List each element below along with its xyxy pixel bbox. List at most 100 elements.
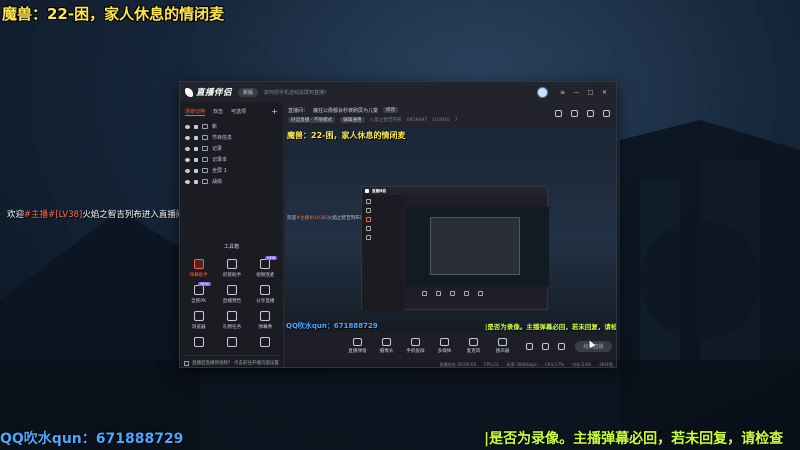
extra-controls [526,342,565,350]
tool-gift-task[interactable]: 礼物任务 [215,311,248,330]
eye-icon[interactable] [185,179,190,184]
eye-icon[interactable] [185,124,190,129]
source-item[interactable]: 战绩 [185,176,278,187]
lock-icon[interactable] [194,157,198,162]
tool-label: 直播预告 [222,299,242,304]
minimize-icon[interactable]: — [573,89,580,96]
tool-share[interactable]: 分享直播 [249,285,282,304]
toolbox-grid: 弹幕助手 房管助手 NEW 视频连麦 NEW 全民PK 直播预告 分享直播 浏览器 … [182,256,282,347]
camera-button[interactable]: 摄像头 [372,338,401,354]
lock-icon[interactable] [194,124,198,129]
nested-tool-icon [366,208,371,213]
add-source-button[interactable]: + [271,107,278,116]
close-icon[interactable]: ✕ [601,89,608,96]
camera-icon [382,338,391,346]
lock-icon[interactable] [194,135,198,140]
source-label: 节目信息 [212,135,233,141]
tool-danmaku[interactable]: 弹幕助手 [182,259,215,278]
tool-label: 全民PK [191,299,207,304]
bell-icon[interactable] [603,110,610,117]
source-label: 记录本 [212,157,228,163]
tool-label: 浏览器 [191,325,206,330]
nested-controls [422,291,483,296]
tab-double[interactable]: 双击 [213,108,223,115]
eye-icon[interactable] [185,135,190,140]
nested-control-icon [478,291,483,296]
tool-label: 礼物任务 [222,325,242,330]
tool-video-call[interactable]: NEW 视频连麦 [249,256,282,278]
tool-danmaku-show[interactable]: 弹幕秀 [249,311,282,330]
mode-button[interactable]: 好运直播 · 不限模式 [288,117,336,123]
source-icon [202,124,208,129]
source-icon [202,135,208,140]
status-cpu: CPU:17% [544,362,565,367]
footer-checkbox[interactable] [184,360,189,366]
data-icon[interactable] [555,110,562,117]
tool-room-manager[interactable]: 房管助手 [215,259,248,278]
title-hint-link[interactable]: 如何把手机游戏投屏到直播？ [264,89,329,96]
version-button[interactable]: 新版 [238,87,259,97]
tool-download[interactable] [215,337,248,347]
tab-options[interactable]: 可选项 [231,108,246,115]
tool-pk[interactable]: NEW 全民PK [182,282,215,304]
source-item[interactable]: 新 [185,121,278,132]
lock-icon[interactable] [194,179,198,184]
eye-icon[interactable] [542,342,549,350]
share-icon[interactable] [587,110,594,117]
logo-icon [185,87,193,97]
speaker-button[interactable]: 扬声器 [488,338,517,354]
lock-icon[interactable] [194,168,198,173]
eye-icon[interactable] [185,157,190,162]
source-item[interactable]: 记录本 [185,154,278,165]
source-item[interactable]: 节目信息 [185,132,278,143]
tool-more[interactable] [182,337,215,347]
preview-title: 魔兽：22-困，家人休息的情闭麦 [287,131,406,140]
nested-tool-icon [366,226,371,231]
room-title: 魔狂公爵都会秒被刷屏为儿童 [313,107,379,114]
control-label: 麦克风 [466,349,481,354]
tool-browser[interactable]: 浏览器 [182,311,215,330]
record-icon[interactable] [526,342,533,350]
control-bar: 直播弹窗 摄像头 手机投屏 多媒体 麦克风 扬声器 结束直播 [285,332,616,360]
tool-home[interactable] [249,337,282,347]
phone-cast-button[interactable]: 手机投屏 [401,338,430,354]
welcome-suffix: 火焰之智吉列布进入直播间 [82,210,185,220]
app-titlebar: 直播伴侣 新版 如何把手机游戏投屏到直播？ ≡ — □ ✕ [180,82,616,102]
avatar[interactable] [537,86,548,98]
app-name: 直播伴侣 [196,88,233,98]
gear-icon[interactable] [558,342,565,350]
source-item[interactable]: 全屏 1 [185,165,278,176]
source-item[interactable]: 记录 [185,143,278,154]
nested-control-icon [464,291,469,296]
left-panel: 场景切换 双击 可选项 + 新 节目信息 记录 记录本 全屏 1 战绩 工具箱 … [180,102,284,367]
maximize-icon[interactable]: □ [587,89,594,96]
app-logo: 直播伴侣 [185,86,232,98]
tab-scenes[interactable]: 场景切换 [185,108,206,116]
info-icons [555,110,610,117]
menu-icon[interactable]: ≡ [559,89,566,96]
media-button[interactable]: 多媒体 [430,338,459,354]
preview-welcome-tag: #主播#[LV38] [296,216,328,221]
edit-title-button[interactable]: 修改 [383,107,399,113]
footer-text[interactable]: 直播后直播到视频？ 点击前往开播页面设置 [192,360,279,366]
nested-tool-icon [366,199,371,204]
new-badge: NEW [198,282,211,286]
preview-qq: QQ吹水qun：671888729 [286,322,378,330]
control-label: 手机投屏 [406,349,425,354]
lock-icon[interactable] [194,146,198,151]
nested-preview [405,207,549,287]
live-popup-button[interactable]: 直播弹窗 [343,338,372,354]
welcome-tag: #主播#[LV38] [24,210,83,220]
live-preview[interactable]: 魔兽：22-困，家人休息的情闭麦 欢迎#主播#[LV38]火焰之智吉列布进入直播… [285,128,616,332]
eye-icon[interactable] [185,168,190,173]
eye-icon[interactable] [185,146,190,151]
status-fps: FPS:23 [484,362,499,367]
status-duration: 直播时长 00:00:00 [439,361,477,367]
gift-icon [226,311,237,321]
tool-notice[interactable]: 直播预告 [215,285,248,304]
phone-icon [411,338,420,346]
source-icon [202,157,208,162]
settings-icon[interactable] [571,110,578,117]
edit-common-button[interactable]: 编辑通用 [340,117,365,123]
microphone-button[interactable]: 麦克风 [459,338,488,354]
